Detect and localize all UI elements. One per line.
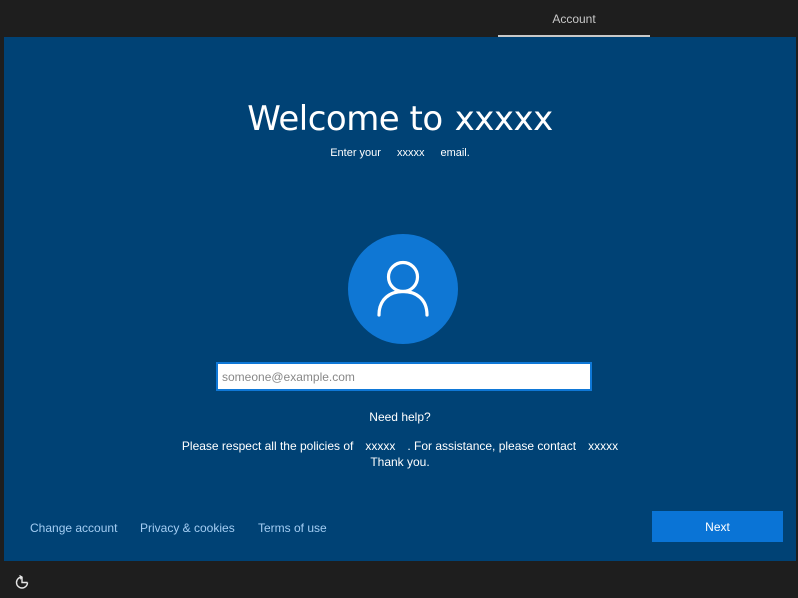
user-icon bbox=[377, 260, 429, 317]
change-account-link[interactable]: Change account bbox=[30, 521, 117, 535]
title-prefix: Welcome to bbox=[247, 99, 443, 139]
ease-of-access-icon[interactable] bbox=[14, 574, 30, 590]
privacy-cookies-link[interactable]: Privacy & cookies bbox=[140, 521, 235, 535]
policy-notice: Please respect all the policies of xxxxx.… bbox=[4, 438, 796, 470]
tab-account[interactable]: Account bbox=[498, 0, 650, 37]
subtitle: Enter your xxxxx email. bbox=[4, 147, 796, 159]
policy-prefix: Please respect all the policies of bbox=[181, 439, 354, 453]
top-bar: Account bbox=[0, 0, 798, 37]
subtitle-org-name: xxxxx bbox=[396, 147, 425, 159]
policy-org-name: xxxxx bbox=[365, 439, 396, 453]
avatar bbox=[348, 234, 458, 344]
next-button[interactable]: Next bbox=[652, 511, 783, 542]
policy-middle: . For assistance, please contact bbox=[407, 439, 577, 453]
bottom-bar bbox=[0, 561, 798, 598]
policy-thanks: Thank you. bbox=[370, 455, 430, 469]
subtitle-suffix: email. bbox=[440, 147, 470, 159]
policy-contact: xxxxx bbox=[588, 439, 619, 453]
sign-in-panel: Welcome to xxxxx Enter your xxxxx email. Ne… bbox=[4, 37, 796, 561]
terms-of-use-link[interactable]: Terms of use bbox=[258, 521, 327, 535]
email-input[interactable] bbox=[216, 362, 592, 391]
title-org-name: xxxxx bbox=[454, 99, 554, 139]
subtitle-prefix: Enter your bbox=[330, 147, 381, 159]
page-title: Welcome to xxxxx bbox=[4, 99, 796, 139]
need-help-link[interactable]: Need help? bbox=[4, 410, 796, 424]
policy-line: Please respect all the policies of xxxxx.… bbox=[4, 438, 796, 454]
